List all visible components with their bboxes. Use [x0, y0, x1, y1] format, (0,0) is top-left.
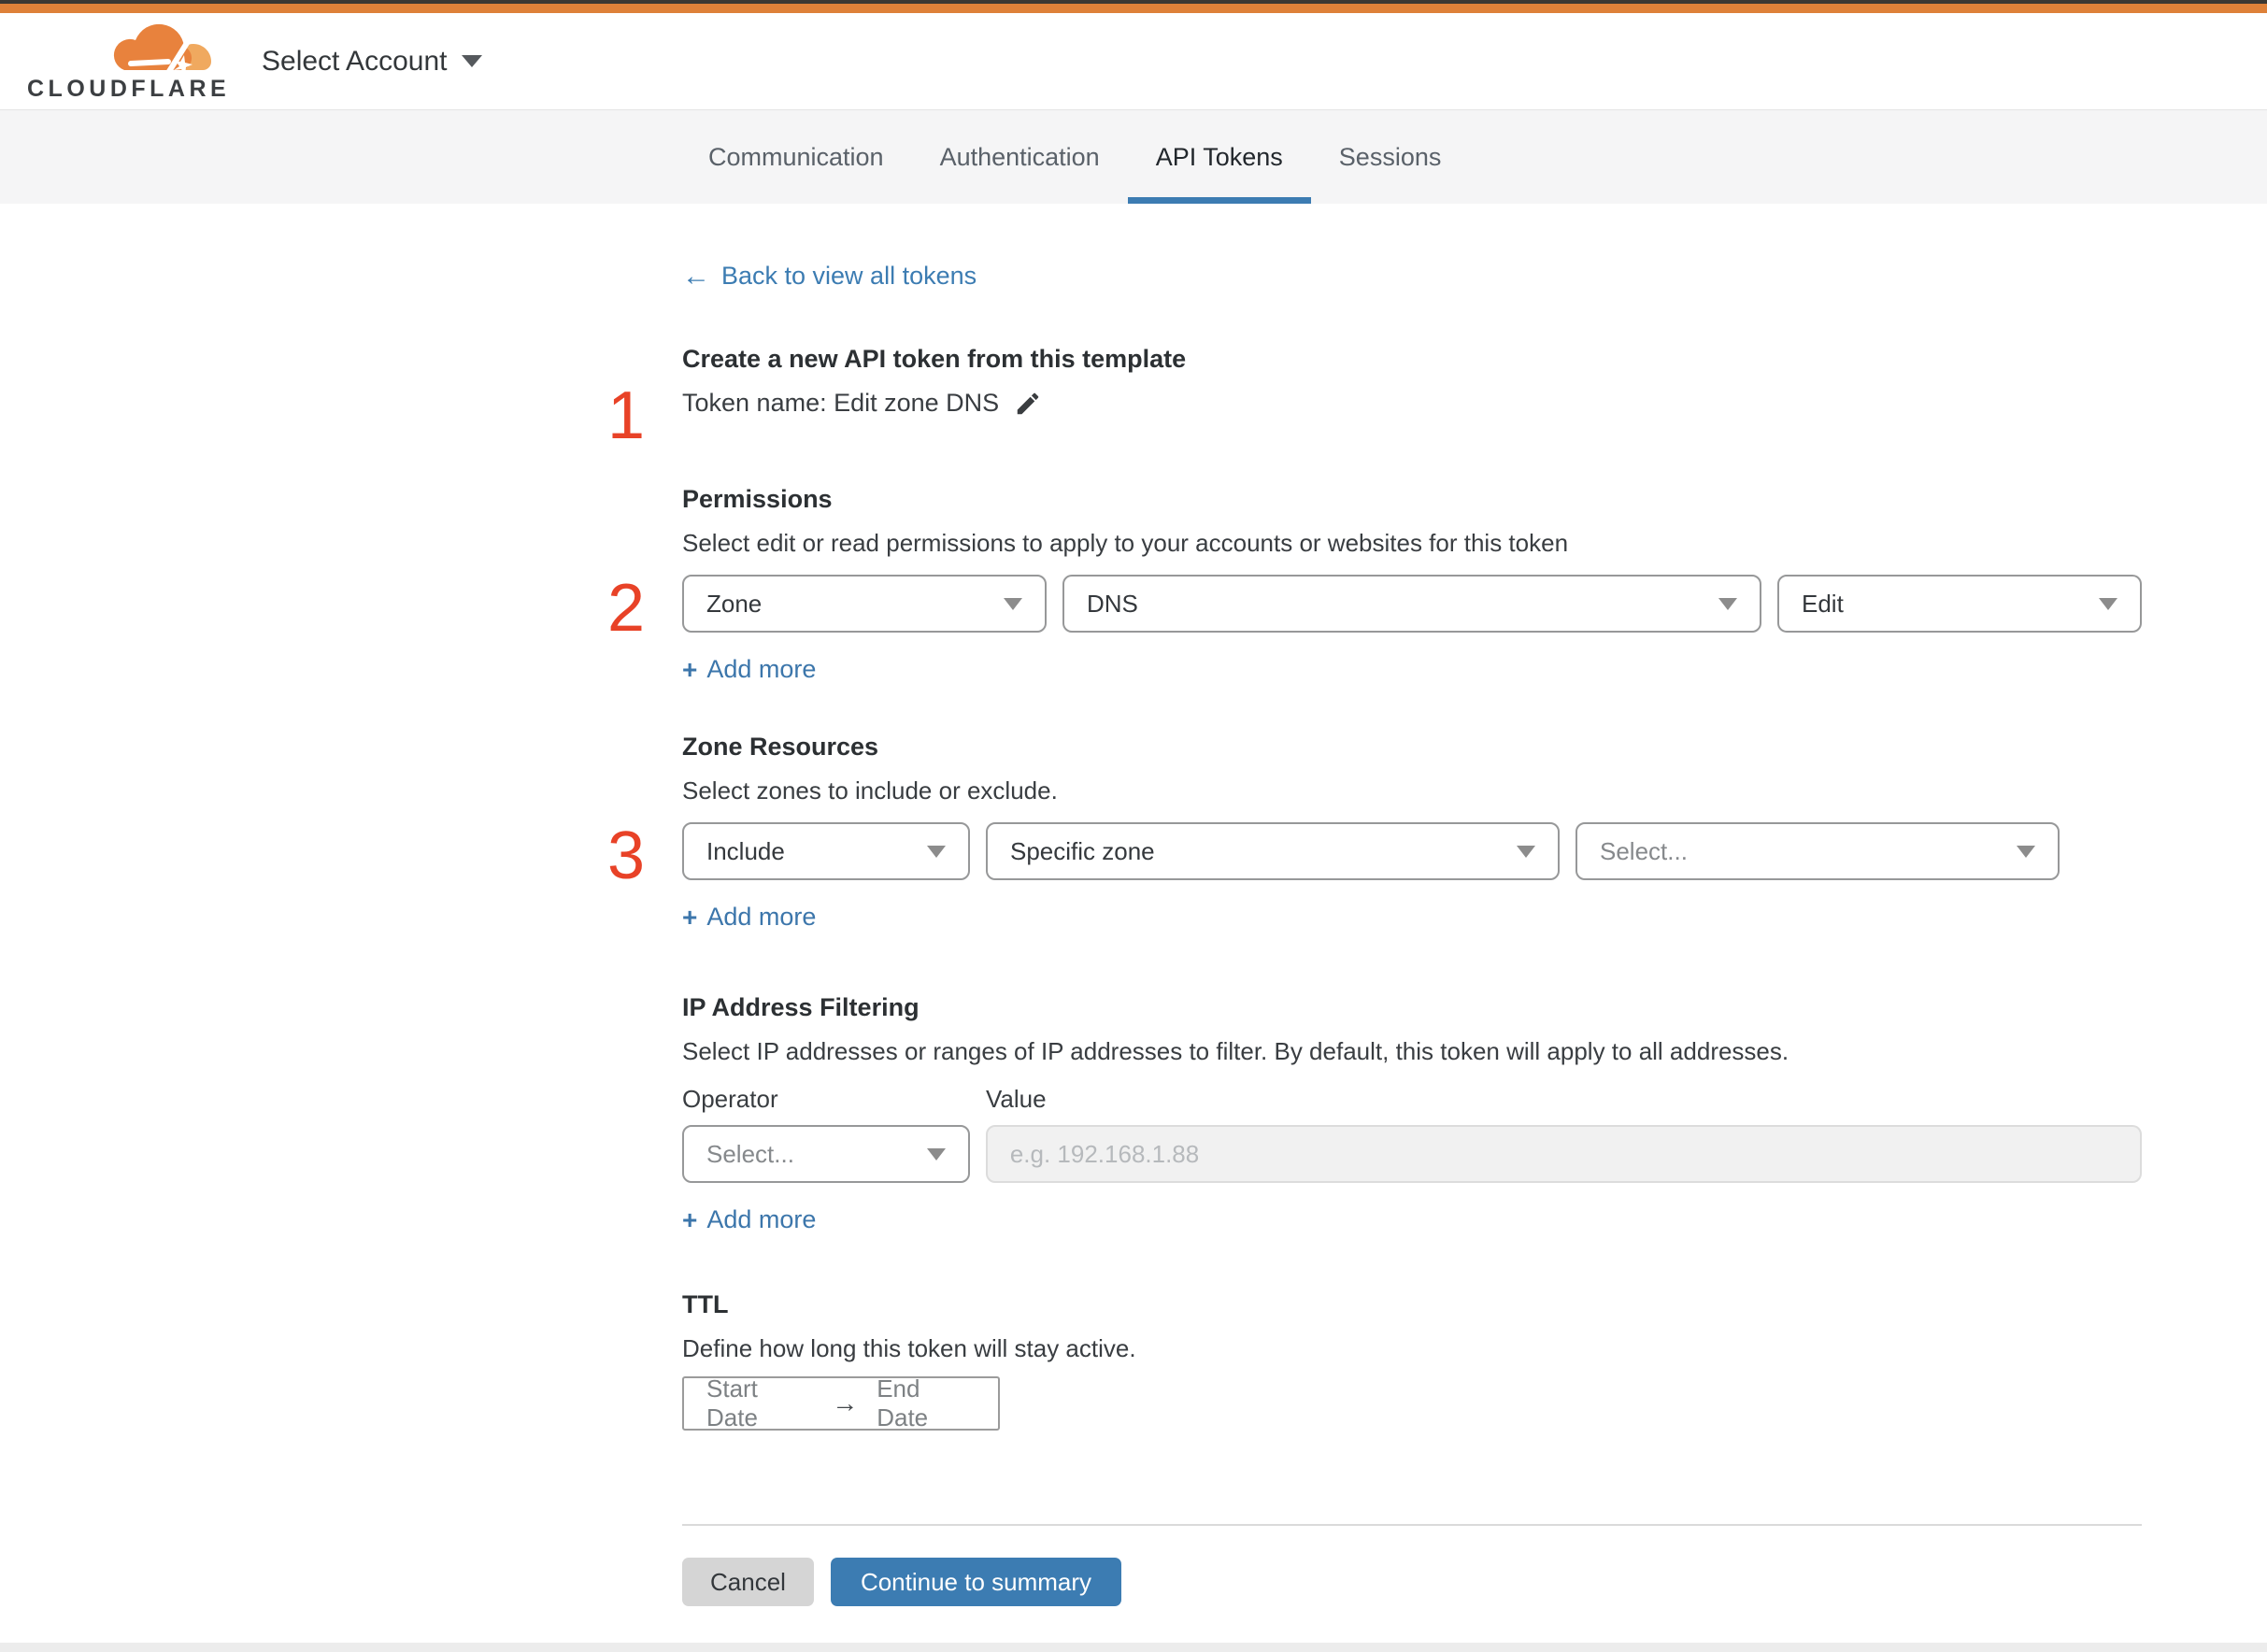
- zone-resources-section: 3 Zone Resources Select zones to include…: [607, 733, 2142, 932]
- back-to-tokens-link[interactable]: ← Back to view all tokens: [682, 262, 977, 291]
- permissions-add-more-link[interactable]: + Add more: [682, 655, 816, 684]
- footer-divider: [682, 1524, 2142, 1526]
- main-content: ← Back to view all tokens 1 Create a new…: [607, 204, 2142, 1606]
- zone-resources-description: Select zones to include or exclude.: [682, 776, 1058, 805]
- page: CLOUDFLARE Select Account Communication …: [0, 0, 2267, 1652]
- select-account-dropdown[interactable]: Select Account: [262, 45, 483, 78]
- token-name-text: Token name: Edit zone DNS: [682, 389, 1000, 417]
- caret-down-icon: [2017, 845, 2035, 858]
- ip-filtering-section: IP Address Filtering Select IP addresses…: [682, 993, 2142, 1234]
- zone-name-select[interactable]: Select...: [1575, 822, 2060, 880]
- page-title: Create a new API token from this templat…: [682, 345, 1187, 373]
- caret-down-icon: [1517, 845, 1535, 858]
- caret-down-icon: [1718, 597, 1737, 610]
- tab-api-tokens[interactable]: API Tokens: [1127, 110, 1311, 204]
- ip-operator-placeholder: Select...: [706, 1139, 794, 1168]
- add-more-label: Add more: [706, 903, 817, 931]
- bottom-page-strip: [0, 1643, 2267, 1652]
- permissions-section: 2 Permissions Select edit or read permis…: [607, 485, 2142, 684]
- permission-access-value: Edit: [1802, 589, 1844, 618]
- create-token-section: 1 Create a new API token from this templ…: [607, 345, 2142, 449]
- continue-to-summary-button[interactable]: Continue to summary: [830, 1558, 1122, 1606]
- tab-sessions[interactable]: Sessions: [1311, 110, 1470, 204]
- tab-communication[interactable]: Communication: [680, 110, 912, 204]
- caret-down-icon: [2099, 597, 2117, 610]
- permission-scope-select[interactable]: Zone: [682, 575, 1047, 633]
- step-number-3: 3: [606, 819, 646, 893]
- ip-filtering-add-more-link[interactable]: + Add more: [682, 1205, 816, 1234]
- ip-operator-select[interactable]: Select...: [682, 1125, 970, 1183]
- arrow-right-icon: →: [832, 1389, 859, 1417]
- permission-service-select[interactable]: DNS: [1062, 575, 1761, 633]
- edit-pencil-icon[interactable]: [1014, 390, 1042, 418]
- step-number-2: 2: [606, 571, 646, 646]
- zone-resources-add-more-link[interactable]: + Add more: [682, 903, 816, 932]
- zone-name-placeholder: Select...: [1600, 836, 1688, 865]
- plus-icon: +: [682, 1204, 698, 1234]
- zone-type-select[interactable]: Specific zone: [986, 822, 1560, 880]
- chevron-down-icon: [462, 55, 483, 67]
- value-label: Value: [986, 1085, 1047, 1113]
- back-arrow-icon: ←: [682, 260, 710, 292]
- add-more-label: Add more: [706, 1205, 817, 1233]
- plus-icon: +: [682, 654, 698, 684]
- step-number-1: 1: [606, 378, 646, 453]
- permissions-title: Permissions: [682, 485, 833, 513]
- cloudflare-cloud-icon: [113, 23, 211, 74]
- plus-icon: +: [682, 902, 698, 932]
- zone-mode-value: Include: [706, 836, 785, 865]
- operator-label: Operator: [682, 1085, 778, 1113]
- permission-scope-value: Zone: [706, 589, 763, 618]
- zone-mode-select[interactable]: Include: [682, 822, 970, 880]
- end-date-placeholder: End Date: [877, 1374, 929, 1431]
- permission-service-value: DNS: [1087, 589, 1138, 618]
- cloudflare-logo[interactable]: CLOUDFLARE: [27, 20, 231, 103]
- add-more-label: Add more: [706, 655, 817, 683]
- permission-access-select[interactable]: Edit: [1777, 575, 2142, 633]
- permissions-description: Select edit or read permissions to apply…: [682, 529, 1569, 557]
- select-account-label: Select Account: [262, 45, 448, 77]
- ttl-description: Define how long this token will stay act…: [682, 1334, 1136, 1362]
- tab-bar: Communication Authentication API Tokens …: [0, 110, 2267, 204]
- footer-actions: Cancel Continue to summary: [682, 1558, 2142, 1606]
- cancel-button[interactable]: Cancel: [682, 1558, 814, 1606]
- tab-authentication[interactable]: Authentication: [912, 110, 1128, 204]
- brand-orange-bar: [0, 4, 2267, 13]
- ip-value-input: [985, 1125, 2142, 1183]
- back-link-label: Back to view all tokens: [721, 262, 977, 290]
- ttl-section: TTL Define how long this token will stay…: [682, 1290, 2142, 1431]
- header: CLOUDFLARE Select Account: [0, 13, 2267, 110]
- caret-down-icon: [1004, 597, 1022, 610]
- ip-filtering-description: Select IP addresses or ranges of IP addr…: [682, 1037, 1789, 1065]
- start-date-placeholder: Start Date: [706, 1374, 758, 1431]
- ip-filtering-title: IP Address Filtering: [682, 993, 920, 1021]
- zone-type-value: Specific zone: [1010, 836, 1155, 865]
- ttl-title: TTL: [682, 1290, 729, 1318]
- ttl-date-range-picker[interactable]: Start Date → End Date: [682, 1374, 1000, 1431]
- cloudflare-wordmark: CLOUDFLARE: [27, 76, 231, 102]
- caret-down-icon: [926, 1147, 946, 1161]
- caret-down-icon: [927, 845, 946, 858]
- zone-resources-title: Zone Resources: [682, 733, 879, 761]
